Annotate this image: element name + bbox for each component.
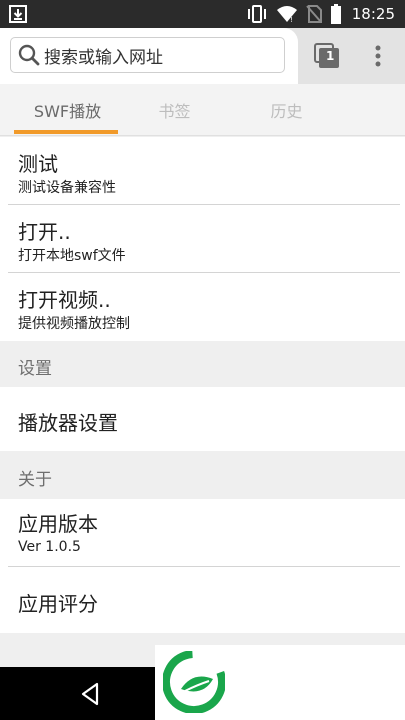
item-subtitle: 测试设备兼容性 (18, 180, 116, 196)
item-title: 应用评分 (18, 592, 98, 616)
more-vertical-icon (375, 45, 381, 67)
list-item-player-settings[interactable]: 播放器设置 (0, 387, 405, 451)
battery-icon (330, 4, 341, 24)
tab-count: 1 (326, 49, 335, 63)
tab-indicator (14, 130, 118, 134)
download-icon (9, 5, 27, 23)
status-time: 18:25 (351, 5, 395, 23)
item-subtitle: 提供视频播放控制 (18, 316, 130, 332)
section-label: 关于 (18, 470, 52, 490)
list-item-test[interactable]: 测试 测试设备兼容性 (0, 137, 405, 204)
url-bar-container: 搜索或输入网址 (0, 28, 298, 84)
settings-card: 播放器设置 (0, 387, 405, 451)
about-card: 应用版本 Ver 1.0.5 应用评分 (0, 499, 405, 633)
search-placeholder: 搜索或输入网址 (44, 47, 163, 68)
tabs-button[interactable]: 1 (311, 40, 343, 72)
no-sim-icon (306, 5, 322, 23)
section-label: 设置 (18, 359, 52, 379)
app-logo (163, 651, 225, 713)
tab-label: 历史 (270, 102, 303, 121)
list-item-open-video[interactable]: 打开视频.. 提供视频播放控制 (0, 273, 405, 341)
item-title: 打开视频.. (18, 288, 111, 312)
browser-toolbar: 搜索或输入网址 1 (0, 28, 405, 84)
item-title: 打开.. (18, 220, 71, 244)
item-title: 播放器设置 (18, 411, 118, 435)
section-header-settings: 设置 (0, 342, 405, 386)
tab-label: 书签 (158, 102, 191, 121)
status-bar: ! 18:25 (0, 0, 405, 28)
svg-text:!: ! (290, 16, 293, 23)
logo-area (155, 645, 405, 720)
tab-label: SWF播放 (33, 102, 102, 121)
system-nav-bar (0, 667, 155, 720)
list-item-open[interactable]: 打开.. 打开本地swf文件 (0, 205, 405, 272)
tab-history[interactable]: 历史 (219, 84, 354, 136)
item-title: 测试 (18, 152, 58, 176)
item-title: 应用版本 (18, 512, 98, 536)
item-subtitle: Ver 1.0.5 (18, 539, 81, 555)
overflow-menu-button[interactable] (365, 40, 391, 72)
section-header-about: 关于 (0, 453, 405, 497)
wifi-icon: ! (276, 6, 297, 23)
back-icon[interactable] (78, 681, 102, 707)
list-item-rate-app[interactable]: 应用评分 (0, 567, 405, 633)
tab-bar: SWF播放 书签 历史 (0, 84, 405, 136)
search-icon (18, 44, 40, 66)
item-subtitle: 打开本地swf文件 (18, 248, 126, 264)
search-input[interactable]: 搜索或输入网址 (10, 37, 285, 73)
actions-card: 测试 测试设备兼容性 打开.. 打开本地swf文件 打开视频.. 提供视频播放控… (0, 137, 405, 341)
vibrate-icon (247, 5, 266, 23)
list-item-app-version[interactable]: 应用版本 Ver 1.0.5 (0, 499, 405, 566)
